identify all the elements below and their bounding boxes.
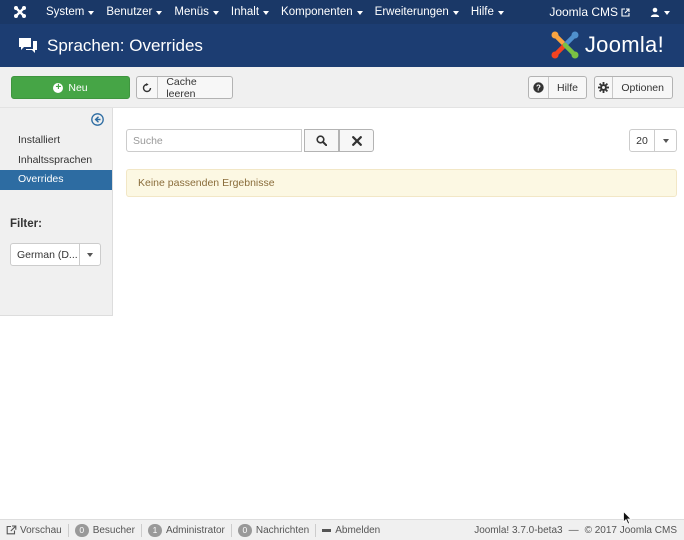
visitors-status[interactable]: 0 Besucher: [69, 523, 141, 537]
gear-icon: [595, 77, 614, 98]
menu-system[interactable]: System: [40, 0, 100, 24]
site-link-label: Joomla CMS: [549, 5, 618, 19]
site-link[interactable]: Joomla CMS: [549, 5, 650, 19]
logout-label: Abmelden: [335, 524, 381, 536]
menu-label: System: [46, 6, 85, 18]
close-icon: [351, 135, 362, 146]
messages-status[interactable]: 0 Nachrichten: [232, 523, 315, 537]
status-bar: Vorschau 0 Besucher 1 Administrator 0 Na…: [0, 519, 684, 540]
menu-label: Benutzer: [106, 6, 153, 18]
messages-count-badge: 0: [237, 523, 252, 537]
language-filter-value: German (D...: [17, 248, 78, 261]
menu-label: Erweiterungen: [374, 6, 449, 18]
dropdown-toggle[interactable]: [654, 130, 676, 151]
joomla-brand-icon: [551, 31, 579, 59]
user-icon: [650, 7, 660, 17]
admins-label: Administrator: [165, 524, 225, 536]
sidebar-item-content-languages[interactable]: Inhaltssprachen: [0, 151, 112, 171]
version-text: Joomla! 3.7.0-beta3: [474, 525, 563, 536]
page-header: Sprachen: Overrides Joomla!: [0, 24, 684, 67]
refresh-icon: [137, 77, 159, 98]
brand-text: Joomla!: [584, 32, 664, 57]
new-button[interactable]: + Neu: [11, 76, 130, 99]
options-button[interactable]: Optionen: [594, 76, 673, 99]
visitors-label: Besucher: [92, 524, 135, 536]
caret-down-icon: [263, 10, 270, 15]
menu-menus[interactable]: Menüs: [168, 0, 225, 24]
dropdown-toggle[interactable]: [79, 244, 100, 265]
external-link-icon: [6, 525, 17, 535]
search-icon: [316, 135, 327, 146]
options-label: Optionen: [621, 81, 664, 94]
caret-down-icon: [497, 10, 504, 15]
caret-down-icon: [662, 138, 669, 143]
menu-extensions[interactable]: Erweiterungen: [369, 0, 465, 24]
page-title: Sprachen: Overrides: [47, 35, 203, 55]
menu-users[interactable]: Benutzer: [100, 0, 168, 24]
clear-cache-button[interactable]: Cache leeren: [136, 75, 233, 100]
caret-down-icon: [356, 10, 363, 15]
list-limit-select[interactable]: 20: [629, 129, 677, 152]
sidebar-item-overrides[interactable]: Overrides: [0, 170, 112, 190]
caret-down-icon: [212, 10, 219, 15]
menu-label: Hilfe: [470, 6, 494, 18]
menu-label: Komponenten: [281, 6, 353, 18]
admins-status[interactable]: 1 Administrator: [142, 523, 231, 537]
joomla-logo-icon[interactable]: [0, 0, 40, 24]
preview-link[interactable]: Vorschau: [0, 525, 68, 536]
logout-link[interactable]: Abmelden: [316, 525, 386, 536]
alert-text: Keine passenden Ergebnisse: [138, 177, 275, 189]
visitors-count-badge: 0: [74, 523, 89, 537]
toolbar: + Neu Cache leeren ? Hilfe Optionen: [0, 67, 684, 108]
search-button[interactable]: [304, 129, 339, 152]
sidebar: Installiert Inhaltssprachen Overrides Fi…: [0, 108, 113, 316]
plus-circle-icon: +: [53, 82, 64, 93]
menu-label: Menüs: [174, 6, 209, 18]
joomla-brand: Joomla!: [549, 29, 664, 61]
mouse-cursor-icon: [623, 511, 632, 525]
menu-content[interactable]: Inhalt: [225, 0, 275, 24]
help-button[interactable]: ? Hilfe: [528, 76, 587, 99]
clear-search-button[interactable]: [339, 129, 374, 152]
caret-down-icon: [664, 10, 670, 15]
caret-down-icon: [156, 10, 163, 15]
no-results-alert: Keine passenden Ergebnisse: [126, 169, 677, 197]
language-filter-select[interactable]: German (D...: [10, 243, 101, 266]
comments-icon: [18, 36, 38, 56]
menu-label: Inhalt: [230, 6, 260, 18]
preview-label: Vorschau: [20, 524, 62, 536]
caret-down-icon: [88, 10, 95, 15]
caret-down-icon: [87, 252, 93, 257]
sidebar-item-installed[interactable]: Installiert: [0, 131, 112, 151]
clear-cache-label: Cache leeren: [166, 75, 197, 100]
list-limit-value: 20: [636, 134, 648, 147]
svg-text:?: ?: [536, 83, 541, 92]
menu-help[interactable]: Hilfe: [465, 0, 510, 24]
minus-icon: [322, 528, 332, 532]
filter-label: Filter:: [10, 218, 42, 230]
help-label: Hilfe: [556, 81, 578, 94]
messages-label: Nachrichten: [255, 524, 310, 536]
user-menu[interactable]: [650, 7, 684, 17]
admins-count-badge: 1: [147, 523, 162, 537]
sidebar-nav: Installiert Inhaltssprachen Overrides: [0, 131, 112, 190]
menu-components[interactable]: Komponenten: [275, 0, 369, 24]
copyright-text: © 2017 Joomla CMS: [584, 525, 677, 536]
main-menu: System Benutzer Menüs Inhalt Komponenten…: [40, 0, 510, 24]
search-input[interactable]: [126, 129, 302, 152]
separator-dash: —: [568, 525, 579, 536]
top-navbar: System Benutzer Menüs Inhalt Komponenten…: [0, 0, 684, 24]
caret-down-icon: [452, 10, 459, 15]
collapse-sidebar-icon[interactable]: [91, 113, 104, 126]
question-circle-icon: ?: [529, 77, 549, 98]
new-button-label: Neu: [68, 81, 88, 94]
external-link-icon: [621, 7, 630, 17]
